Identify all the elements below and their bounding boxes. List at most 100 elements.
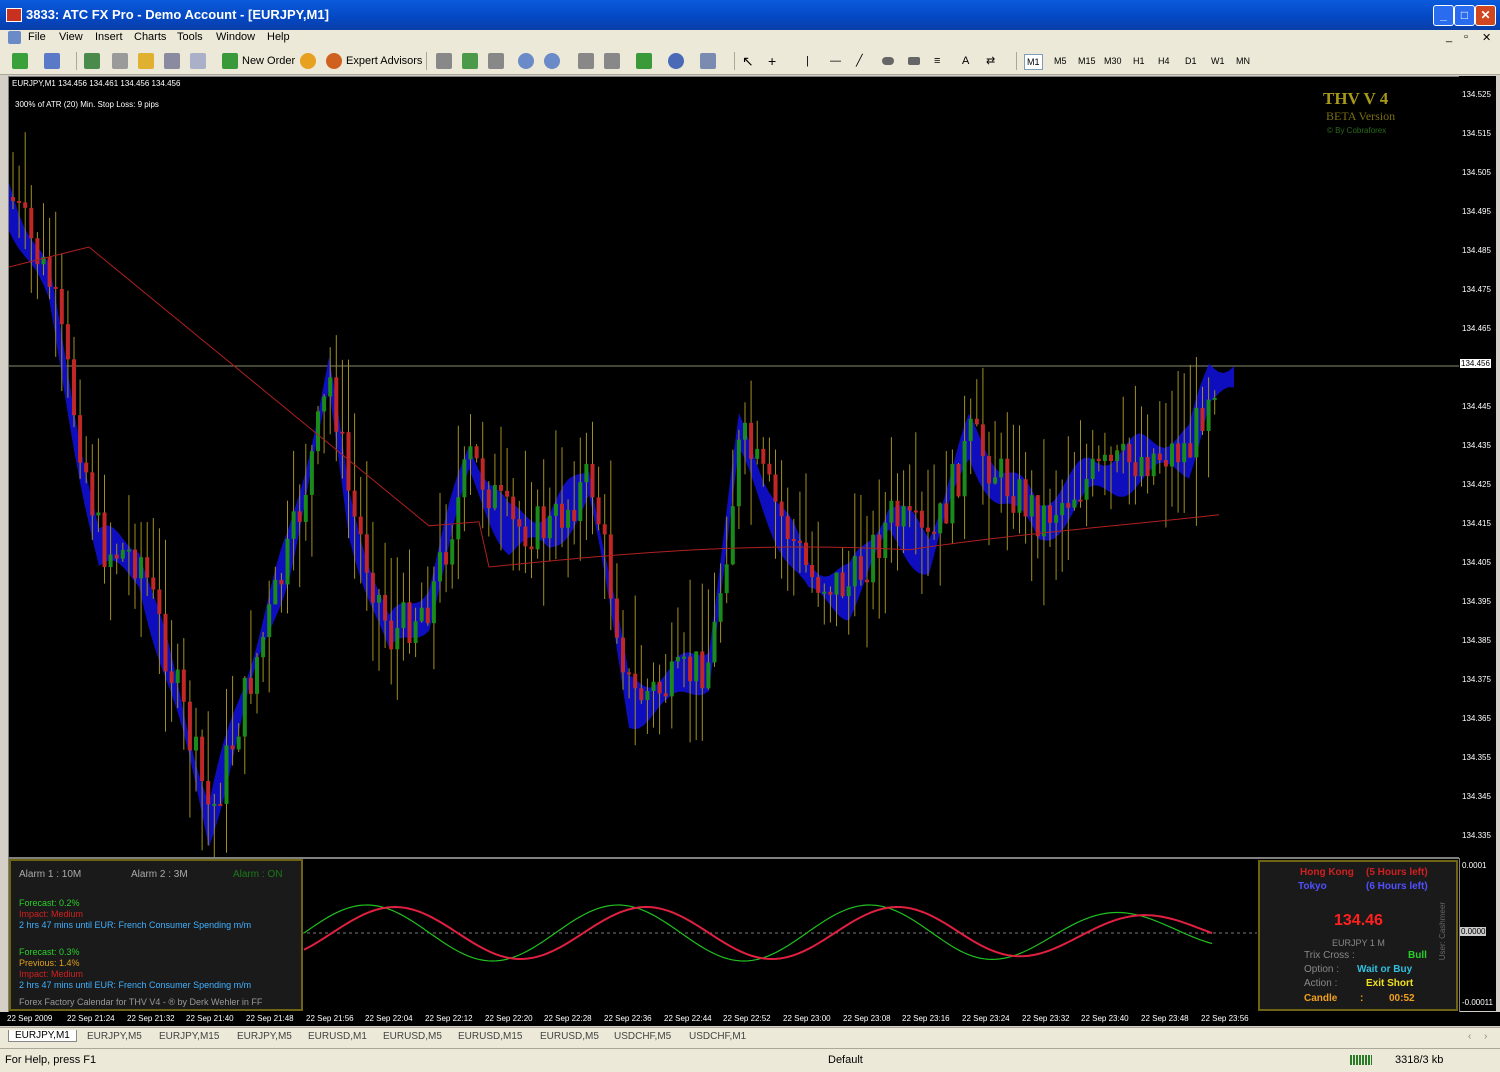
- line-chart-icon[interactable]: [488, 53, 504, 69]
- bar-chart-icon[interactable]: [436, 53, 452, 69]
- candle-body: [108, 554, 113, 568]
- minimize-button[interactable]: _: [1433, 5, 1454, 26]
- tab-eurjpy-m5-2[interactable]: EURJPY,M5: [237, 1031, 292, 1042]
- action-value: Exit Short: [1366, 978, 1414, 989]
- vertical-line-icon[interactable]: |: [806, 52, 809, 70]
- periods-icon[interactable]: [668, 53, 684, 69]
- indicator-scale-top: 0.0001: [1462, 861, 1487, 870]
- tab-usdchf-m5[interactable]: USDCHF,M5: [614, 1031, 671, 1042]
- menu-insert[interactable]: Insert: [95, 31, 123, 43]
- cursor-icon[interactable]: ↖: [742, 52, 754, 70]
- fibonacci-icon[interactable]: ≡: [934, 52, 940, 70]
- candle-body: [1066, 503, 1071, 508]
- templates-icon[interactable]: [700, 53, 716, 69]
- text-icon[interactable]: A: [962, 52, 969, 70]
- atr-info-line: 300% of ATR (20) Min. Stop Loss: 9 pips: [15, 100, 159, 109]
- zoom-out-icon[interactable]: [544, 53, 560, 69]
- candle-body: [688, 656, 693, 682]
- price-label: 134.345: [1462, 792, 1491, 801]
- expert-advisors-button[interactable]: Expert Advisors: [346, 52, 422, 70]
- candle-body: [334, 377, 339, 432]
- menu-file[interactable]: File: [28, 31, 46, 43]
- candlestick-icon[interactable]: [462, 53, 478, 69]
- candle-body: [1163, 460, 1168, 467]
- candle-body: [602, 524, 607, 535]
- menu-window[interactable]: Window: [216, 31, 255, 43]
- timeframe-h4[interactable]: H4: [1156, 54, 1172, 68]
- tab-scroll-right-icon[interactable]: ›: [1484, 1031, 1487, 1042]
- tab-eurusd-m1[interactable]: EURUSD,M1: [308, 1031, 367, 1042]
- metaeditor-icon[interactable]: [300, 53, 316, 69]
- market-watch-icon[interactable]: [84, 53, 100, 69]
- horizontal-line-icon[interactable]: —: [830, 52, 841, 70]
- mdi-minimize-button[interactable]: _: [1446, 31, 1452, 43]
- trendline-icon[interactable]: ╱: [856, 52, 863, 70]
- tab-eurusd-m5-2[interactable]: EURUSD,M5: [540, 1031, 599, 1042]
- candle-body: [78, 415, 83, 463]
- candle-body: [816, 577, 821, 593]
- timeframe-m1[interactable]: M1: [1024, 54, 1043, 70]
- tab-eurjpy-m15[interactable]: EURJPY,M15: [159, 1031, 219, 1042]
- close-button[interactable]: ✕: [1475, 5, 1496, 26]
- profiles-icon[interactable]: [44, 53, 60, 69]
- candle-body: [645, 691, 650, 701]
- tab-scroll-left-icon[interactable]: ‹: [1468, 1031, 1471, 1042]
- timeframe-m15[interactable]: M15: [1076, 54, 1098, 68]
- candle-body: [322, 396, 327, 412]
- timeframe-m5[interactable]: M5: [1052, 54, 1069, 68]
- menu-charts[interactable]: Charts: [134, 31, 166, 43]
- candle-body: [370, 572, 375, 603]
- indicator-window[interactable]: Alarm 1 : 10M Alarm 2 : 3M Alarm : ON Fo…: [8, 858, 1460, 1013]
- timeframe-d1[interactable]: D1: [1183, 54, 1199, 68]
- menu-tools[interactable]: Tools: [177, 31, 203, 43]
- candle-body: [206, 780, 211, 805]
- tokyo-label: Tokyo: [1298, 881, 1327, 892]
- candle-body: [279, 579, 284, 585]
- new-order-button[interactable]: New Order: [242, 52, 295, 70]
- mdi-close-button[interactable]: ✕: [1482, 31, 1491, 44]
- candle-body: [486, 489, 491, 509]
- candle-body: [511, 496, 516, 520]
- tab-usdchf-m1[interactable]: USDCHF,M1: [689, 1031, 746, 1042]
- timeframe-m30[interactable]: M30: [1102, 54, 1124, 68]
- candle-body: [1096, 458, 1101, 462]
- candle-body: [1102, 454, 1107, 462]
- timeframe-w1[interactable]: W1: [1209, 54, 1227, 68]
- session-panel: Hong Kong (5 Hours left) Tokyo (6 Hours …: [1258, 860, 1458, 1011]
- tab-eurusd-m5[interactable]: EURUSD,M5: [383, 1031, 442, 1042]
- auto-scroll-icon[interactable]: [578, 53, 594, 69]
- candle-body: [627, 672, 632, 675]
- maximize-button[interactable]: □: [1454, 5, 1475, 26]
- crosshair-icon[interactable]: +: [768, 52, 776, 70]
- new-chart-icon[interactable]: [12, 53, 28, 69]
- timeframe-h1[interactable]: H1: [1131, 54, 1147, 68]
- rectangle-icon[interactable]: [908, 57, 920, 65]
- chart-shift-icon[interactable]: [604, 53, 620, 69]
- menu-help[interactable]: Help: [267, 31, 290, 43]
- zoom-in-icon[interactable]: [518, 53, 534, 69]
- arrows-icon[interactable]: ⇄: [986, 52, 995, 70]
- candle-body: [1176, 443, 1181, 463]
- tab-eurjpy-m1[interactable]: EURJPY,M1: [8, 1030, 77, 1042]
- menu-view[interactable]: View: [59, 31, 83, 43]
- mdi-restore-button[interactable]: ▫: [1464, 31, 1468, 43]
- navigator-icon[interactable]: [138, 53, 154, 69]
- candle-body: [145, 557, 150, 578]
- tab-eurusd-m15[interactable]: EURUSD,M15: [458, 1031, 522, 1042]
- candle-body: [218, 803, 223, 806]
- indicators-icon[interactable]: [636, 53, 652, 69]
- price-label: 134.505: [1462, 168, 1491, 177]
- candle-body: [316, 411, 320, 452]
- tester-icon[interactable]: [190, 53, 206, 69]
- ellipse-icon[interactable]: [882, 57, 894, 65]
- candle-body: [224, 745, 229, 804]
- candle-body: [608, 534, 613, 599]
- timeframe-mn[interactable]: MN: [1234, 54, 1252, 68]
- terminal-icon[interactable]: [164, 53, 180, 69]
- candle-body: [1109, 454, 1113, 461]
- candle-body: [999, 458, 1004, 478]
- data-window-icon[interactable]: [112, 53, 128, 69]
- news1-impact: Impact: Medium: [19, 909, 84, 919]
- tab-eurjpy-m5[interactable]: EURJPY,M5: [87, 1031, 142, 1042]
- price-chart[interactable]: EURJPY,M1 134.456 134.461 134.456 134.45…: [8, 76, 1460, 858]
